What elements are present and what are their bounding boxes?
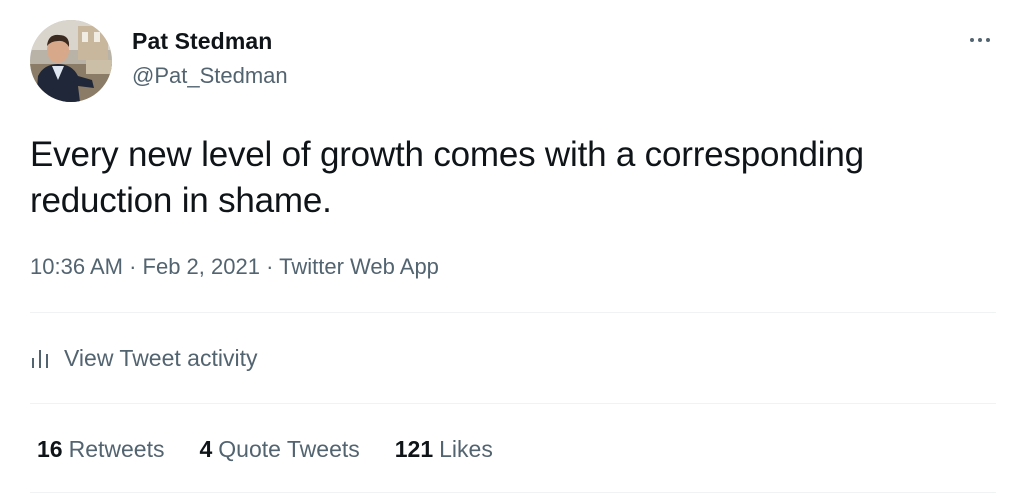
quote-tweets-stat[interactable]: 4 Quote Tweets — [199, 436, 359, 463]
likes-label: Likes — [439, 436, 493, 462]
divider — [30, 403, 996, 404]
tweet-source-link[interactable]: Twitter Web App — [279, 254, 439, 279]
more-horizontal-icon — [970, 38, 974, 42]
likes-stat[interactable]: 121 Likes — [395, 436, 493, 463]
more-horizontal-icon-dot — [986, 38, 990, 42]
retweets-stat[interactable]: 16 Retweets — [37, 436, 164, 463]
author-handle[interactable]: @Pat_Stedman — [132, 63, 288, 89]
bar-chart-icon — [32, 350, 48, 368]
view-tweet-activity-link[interactable]: View Tweet activity — [30, 342, 257, 374]
more-options-button[interactable] — [960, 28, 1000, 52]
likes-count: 121 — [394, 436, 434, 462]
tweet-text: Every new level of growth comes with a c… — [30, 135, 864, 220]
tweet-timestamp-link[interactable]: 10:36 AM · Feb 2, 2021 — [30, 254, 260, 279]
tweet-date: Feb 2, 2021 — [142, 254, 260, 279]
author-display-name[interactable]: Pat Stedman — [132, 28, 272, 55]
tweet-stats: 16 Retweets 4 Quote Tweets 121 Likes — [37, 436, 528, 463]
tweet-metadata: 10:36 AM · Feb 2, 2021 · Twitter Web App — [30, 254, 439, 280]
quote-tweets-count: 4 — [199, 436, 213, 462]
tweet-card: Pat Stedman @Pat_Stedman Every new level… — [0, 0, 1024, 495]
meta-separator: · — [129, 254, 137, 279]
quote-tweets-label: Quote Tweets — [218, 436, 360, 462]
avatar[interactable] — [30, 20, 112, 102]
retweets-count: 16 — [37, 436, 63, 462]
divider — [30, 492, 996, 493]
profile-photo-icon — [30, 20, 112, 102]
retweets-label: Retweets — [68, 436, 165, 462]
tweet-time: 10:36 AM — [30, 254, 123, 279]
more-horizontal-icon-dot — [978, 38, 982, 42]
divider — [30, 312, 996, 313]
meta-separator: · — [266, 254, 274, 279]
view-tweet-activity-label: View Tweet activity — [64, 344, 258, 371]
